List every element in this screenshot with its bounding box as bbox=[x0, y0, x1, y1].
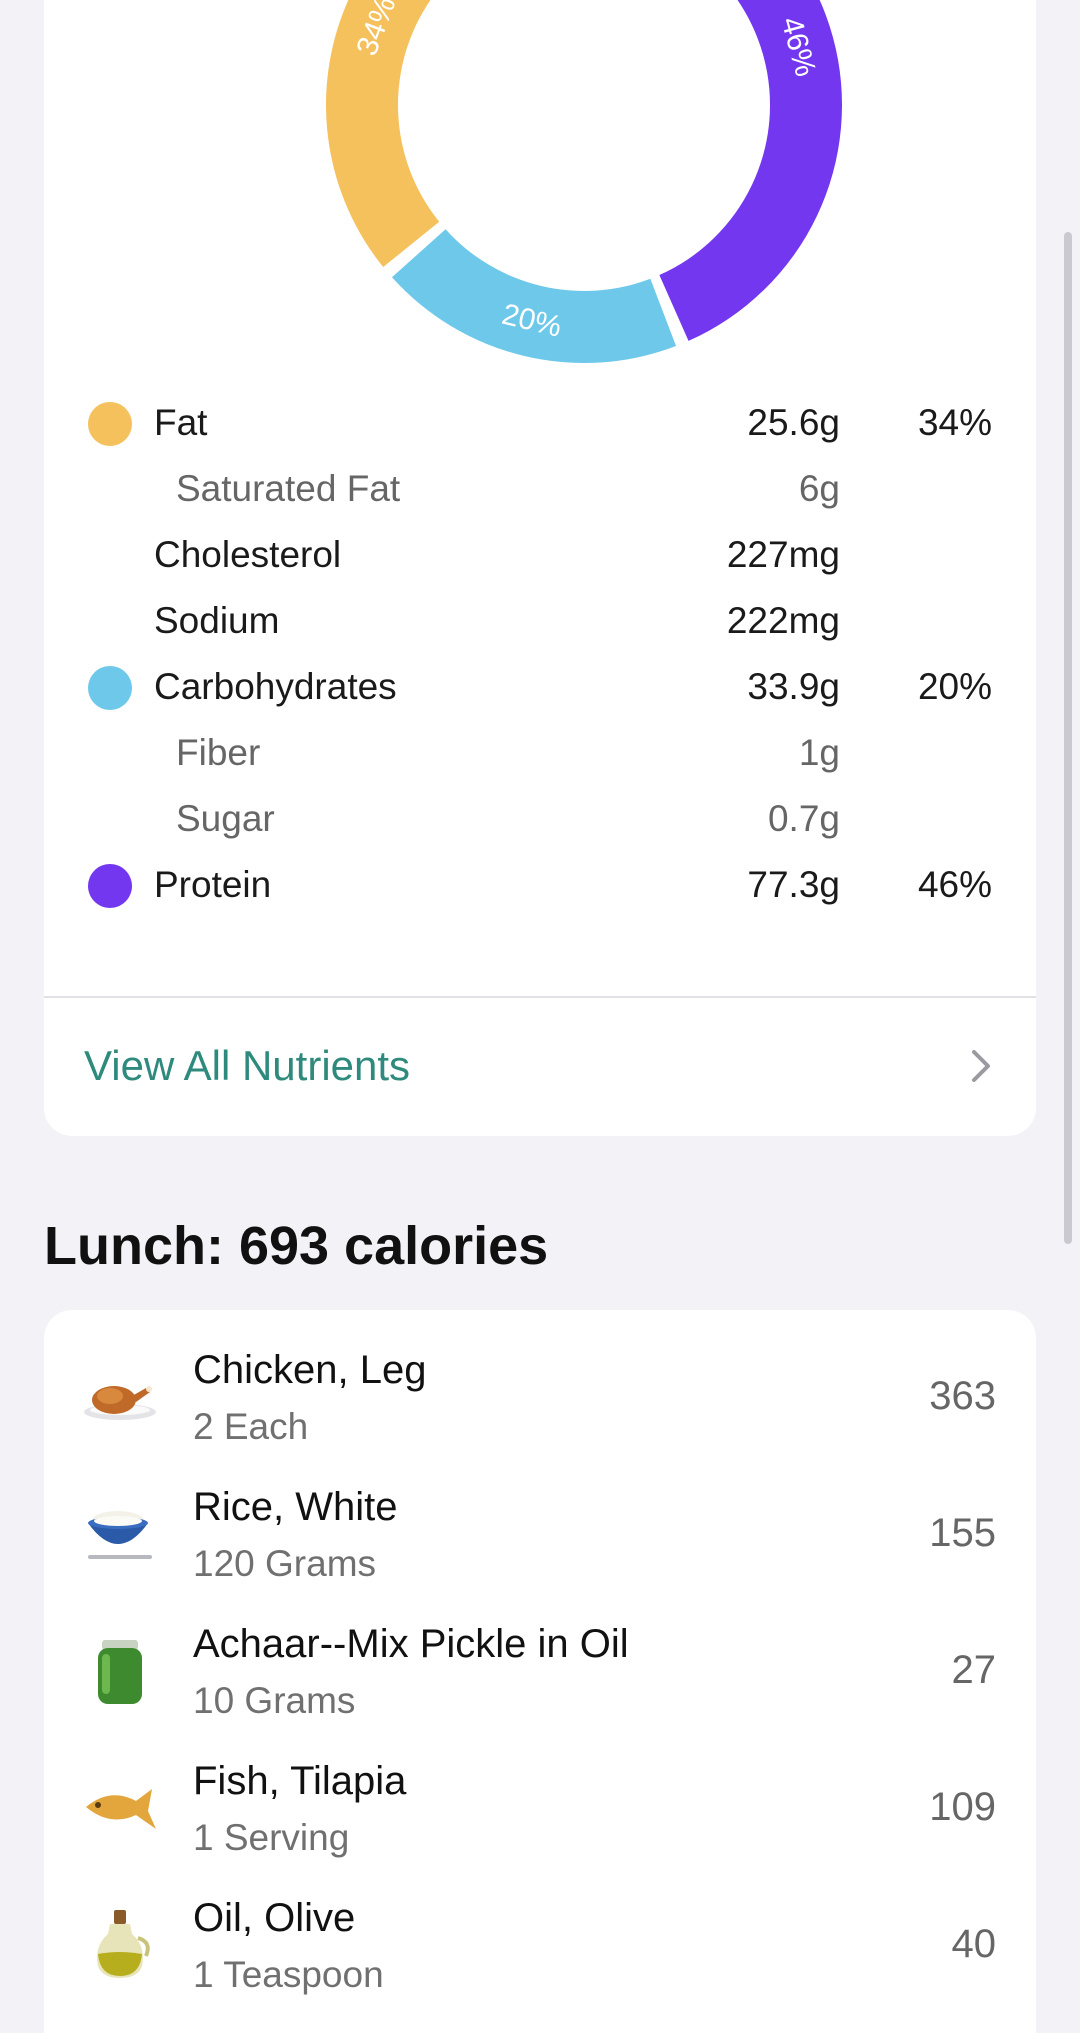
nutrient-amount: 227mg bbox=[726, 534, 840, 575]
view-all-nutrients-label: View All Nutrients bbox=[84, 1042, 411, 1089]
lunch-section-title: Lunch: 693 calories bbox=[44, 1216, 549, 1276]
fish-icon bbox=[80, 1767, 160, 1847]
food-name: Chicken, Leg bbox=[193, 1348, 427, 1392]
nutrient-amount: 6g bbox=[798, 468, 840, 509]
lunch-food-list: Chicken, Leg 2 Each 363 Rice, White 120 Gram… bbox=[44, 1310, 1036, 2033]
legend-dot bbox=[88, 864, 132, 908]
nutrient-percent: 46% bbox=[917, 864, 992, 905]
nutrient-percent: 20% bbox=[917, 666, 992, 707]
nutrient-amount: 33.9g bbox=[747, 666, 840, 707]
pickle-jar-icon bbox=[80, 1630, 160, 1710]
food-calories: 27 bbox=[951, 1648, 997, 1692]
nutrient-row: Cholesterol 227mg bbox=[44, 522, 1036, 588]
food-serving: 120 Grams bbox=[193, 1543, 377, 1584]
nutrient-amount: 77.3g bbox=[747, 864, 840, 905]
food-item-row[interactable]: Fish, Tilapia 1 Serving 109 bbox=[44, 1739, 1036, 1877]
nutrient-amount: 0.7g bbox=[767, 798, 840, 839]
food-item-row[interactable]: Chicken, Leg 2 Each 363 bbox=[44, 1328, 1036, 1466]
scrollbar[interactable] bbox=[1064, 232, 1072, 1244]
olive-oil-icon bbox=[80, 1904, 160, 1984]
nutrient-row: Fiber 1g bbox=[44, 720, 1036, 786]
macro-donut-chart: 46% 20% 34% bbox=[294, 0, 874, 380]
food-calories: 109 bbox=[929, 1785, 996, 1829]
rice-bowl-icon bbox=[80, 1493, 160, 1573]
food-serving: 1 Serving bbox=[193, 1817, 350, 1858]
roast-chicken-icon bbox=[80, 1356, 160, 1436]
food-item-row[interactable]: Oil, Olive 1 Teaspoon 40 bbox=[44, 1876, 1036, 2014]
food-name: Oil, Olive bbox=[193, 1896, 356, 1940]
nutrient-label: Protein bbox=[154, 864, 272, 905]
nutrient-label: Saturated Fat bbox=[176, 468, 401, 509]
food-name: Rice, White bbox=[193, 1485, 398, 1529]
legend-dot bbox=[88, 402, 132, 446]
nutrient-row: Saturated Fat 6g bbox=[44, 456, 1036, 522]
food-calories: 155 bbox=[929, 1511, 996, 1555]
food-name: Achaar--Mix Pickle in Oil bbox=[193, 1622, 629, 1666]
view-all-nutrients-button[interactable]: View All Nutrients bbox=[44, 1000, 1036, 1136]
nutrient-label: Carbohydrates bbox=[154, 666, 397, 707]
nutrient-label: Cholesterol bbox=[154, 534, 342, 575]
nutrient-label: Fiber bbox=[176, 732, 261, 773]
food-calories: 40 bbox=[951, 1922, 997, 1966]
food-item-row[interactable]: Achaar--Mix Pickle in Oil 10 Grams 27 bbox=[44, 1602, 1036, 1740]
donut-slice-carbohydrates bbox=[391, 229, 677, 363]
nutrient-amount: 25.6g bbox=[747, 402, 840, 443]
nutrient-row: Sugar 0.7g bbox=[44, 786, 1036, 852]
nutrient-label: Sugar bbox=[176, 798, 275, 839]
legend-dot bbox=[88, 666, 132, 710]
food-item-row[interactable]: Rice, White 120 Grams 155 bbox=[44, 1465, 1036, 1603]
nutrient-label: Sodium bbox=[154, 600, 280, 641]
food-calories: 363 bbox=[929, 1374, 996, 1418]
nutrient-percent: 34% bbox=[917, 402, 992, 443]
divider bbox=[44, 996, 1036, 998]
nutrient-amount: 1g bbox=[798, 732, 840, 773]
food-serving: 2 Each bbox=[193, 1406, 309, 1447]
nutrition-summary-card: 46% 20% 34% Fat 25.6g 34% Saturated Fat 6g Chol… bbox=[44, 0, 1036, 1136]
food-serving: 10 Grams bbox=[193, 1680, 356, 1721]
nutrient-row: Carbohydrates 33.9g 20% bbox=[44, 654, 1036, 720]
chevron-right-icon bbox=[972, 1050, 990, 1082]
food-name: Fish, Tilapia bbox=[193, 1759, 407, 1803]
nutrient-row: Protein 77.3g 46% bbox=[44, 852, 1036, 918]
food-serving: 1 Teaspoon bbox=[193, 1954, 384, 1995]
nutrient-amount: 222mg bbox=[726, 600, 840, 641]
nutrient-row: Sodium 222mg bbox=[44, 588, 1036, 654]
nutrient-label: Fat bbox=[154, 402, 208, 443]
nutrient-row: Fat 25.6g 34% bbox=[44, 390, 1036, 456]
